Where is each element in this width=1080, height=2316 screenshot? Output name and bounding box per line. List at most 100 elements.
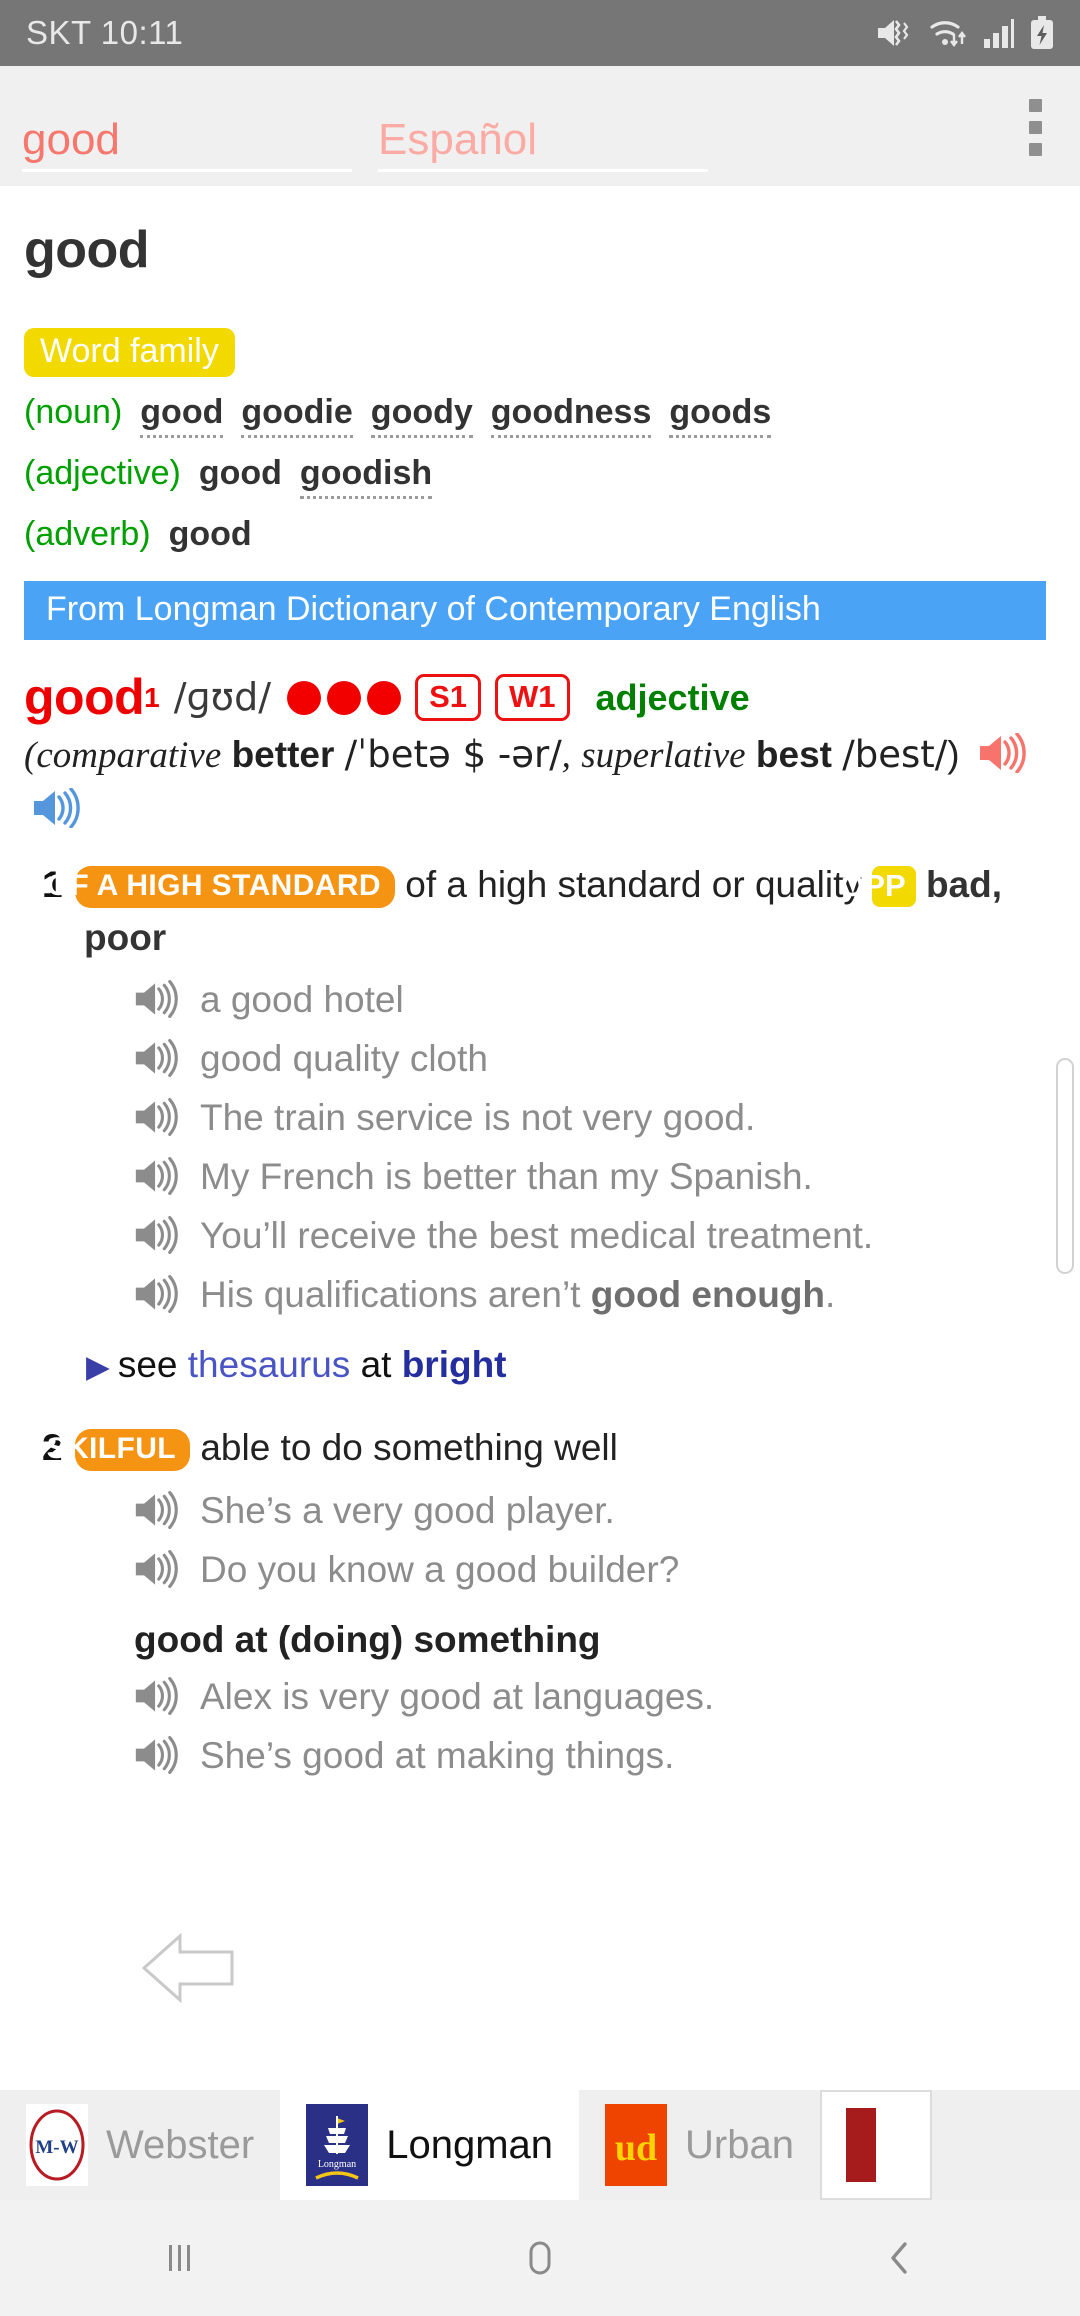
thesaurus-link-row[interactable]: ▶ see thesaurus at bright [86, 1344, 1060, 1386]
frequency-tag-s1: S1 [415, 674, 481, 722]
longman-logo: Longman [306, 2104, 369, 2186]
status-bar: SKT 10:11 [0, 0, 1080, 66]
recents-icon [169, 2245, 190, 2271]
speaker-blue-icon[interactable] [32, 787, 80, 841]
comparative-pronunciation: /ˈbetə $ -ər/ [344, 733, 562, 777]
example-row: The train service is not very good. [134, 1097, 1060, 1141]
entry-homograph-number: 1 [144, 681, 160, 713]
back-button[interactable] [800, 2200, 1000, 2316]
superlative-label: superlative [581, 735, 746, 777]
word-family-word[interactable]: goods [669, 391, 772, 439]
back-icon [891, 2242, 907, 2274]
tab-label: Longman [386, 2122, 553, 2167]
speaker-red-icon[interactable] [978, 732, 1026, 786]
example-row: She’s a very good player. [134, 1489, 1060, 1534]
thesaurus-at-label: at [360, 1344, 392, 1386]
mute-vibrate-icon [878, 20, 909, 46]
search-input-underline [22, 169, 352, 172]
word-family-word[interactable]: goody [370, 391, 473, 439]
thesaurus-link[interactable]: thesaurus [188, 1344, 351, 1385]
tab-webster[interactable]: M-W Webster [0, 2090, 280, 2200]
example-row: Do you know a good builder? [134, 1548, 1060, 1593]
inflection-close-paren: ) [947, 734, 960, 776]
word-family-pos: (adjective) [24, 454, 181, 493]
mouse-cursor-arrow [140, 1930, 236, 2011]
triangle-right-icon: ▶ [86, 1349, 110, 1385]
search-input[interactable]: good [22, 118, 352, 172]
source-banner: From Longman Dictionary of Contemporary … [24, 581, 1046, 641]
page-title: good [24, 221, 150, 279]
word-family-word[interactable]: good [199, 452, 282, 494]
speaker-gray-icon[interactable] [134, 1098, 178, 1141]
word-family-pos: (adverb) [24, 515, 151, 554]
entry-headword-line: good 1 /ɡʊd/ S1 W1 adjective [24, 670, 1060, 725]
example-text: Do you know a good builder? [200, 1548, 680, 1590]
frequency-dots-icon [287, 680, 402, 715]
word-family-word[interactable]: goodness [490, 391, 652, 439]
example-text-tail: . [825, 1274, 836, 1316]
merriam-webster-logo: M-W [26, 2104, 88, 2186]
word-family-word[interactable]: goodish [299, 452, 433, 500]
sense-definition: 2SKILFUL able to do something well [42, 1422, 1060, 1475]
example-text: The train service is not very good. [200, 1097, 756, 1139]
home-button[interactable] [440, 2200, 640, 2316]
dictionary-entry: good 1 /ɡʊd/ S1 W1 adjective (comparative… [24, 670, 1060, 1778]
sense-definition-text: able to do something well [200, 1427, 618, 1469]
tab-label: Webster [106, 2122, 255, 2167]
example-row: a good hotel [134, 979, 1060, 1023]
example-text: good quality cloth [200, 1038, 488, 1080]
word-family-word[interactable]: good [140, 391, 224, 439]
word-family-word[interactable]: good [169, 513, 252, 555]
language-input-underline [378, 169, 708, 172]
speaker-gray-icon[interactable] [134, 1735, 178, 1779]
frequency-tag-w1: W1 [495, 674, 570, 722]
thesaurus-reference-word[interactable]: bright [402, 1344, 507, 1385]
comparative-label: comparative [36, 735, 222, 777]
svg-text:Longman: Longman [318, 2159, 356, 2170]
sense-signpost: OF A HIGH STANDARD [47, 866, 395, 909]
overflow-menu-icon[interactable] [1012, 96, 1058, 172]
partial-red-logo [845, 2108, 876, 2182]
signal-icon [984, 19, 1014, 48]
example-text: She’s a very good player. [200, 1489, 615, 1531]
svg-text:ud: ud [615, 2127, 657, 2169]
language-input[interactable]: Español [378, 118, 708, 172]
superlative-word: best [755, 734, 832, 776]
tab-partial[interactable] [819, 2090, 932, 2200]
scrollbar-thumb[interactable] [1056, 1058, 1074, 1274]
example-text: You’ll receive the best medical treatmen… [200, 1215, 874, 1257]
word-family-word[interactable]: goodie [241, 391, 353, 439]
example-row: His qualifications aren’t good enough. [134, 1274, 1060, 1318]
example-row: Alex is very good at languages. [134, 1675, 1060, 1720]
tab-longman[interactable]: Longman Longman [280, 2090, 579, 2200]
example-row: She’s good at making things. [134, 1734, 1060, 1779]
speaker-gray-icon[interactable] [134, 1275, 178, 1318]
language-input-value: Español [378, 115, 538, 164]
speaker-gray-icon[interactable] [134, 1216, 178, 1259]
example-text: She’s good at making things. [200, 1734, 675, 1776]
speaker-gray-icon[interactable] [134, 980, 178, 1023]
recents-button[interactable] [80, 2200, 280, 2316]
sense-2: 2SKILFUL able to do something well She’s… [24, 1422, 1060, 1779]
speaker-gray-icon[interactable] [134, 1157, 178, 1200]
example-text: Alex is very good at languages. [200, 1675, 715, 1717]
example-text: My French is better than my Spanish. [200, 1156, 813, 1198]
speaker-gray-icon[interactable] [134, 1676, 178, 1720]
status-icons [876, 16, 1054, 50]
example-text-bold: good enough [590, 1274, 826, 1316]
speaker-gray-icon[interactable] [134, 1490, 178, 1534]
entry-part-of-speech: adjective [595, 677, 750, 719]
speaker-gray-icon[interactable] [134, 1039, 178, 1082]
speaker-gray-icon[interactable] [134, 1549, 178, 1593]
sense-signpost: SKILFUL [47, 1429, 191, 1472]
word-family-row: (noun) good goodie goody goodness goods [24, 391, 1060, 439]
battery-charging-icon [1031, 16, 1053, 49]
tab-label: Urban [685, 2122, 794, 2167]
example-text: His qualifications aren’t good enough. [200, 1274, 836, 1316]
example-row: My French is better than my Spanish. [134, 1156, 1060, 1200]
sense-definition-text: of a high standard or quality [405, 864, 862, 906]
tab-urban[interactable]: ud Urban [579, 2090, 820, 2200]
thesaurus-see-label: see [117, 1344, 178, 1386]
example-text-plain: His qualifications aren’t [200, 1274, 591, 1316]
word-family-badge: Word family [24, 328, 235, 377]
